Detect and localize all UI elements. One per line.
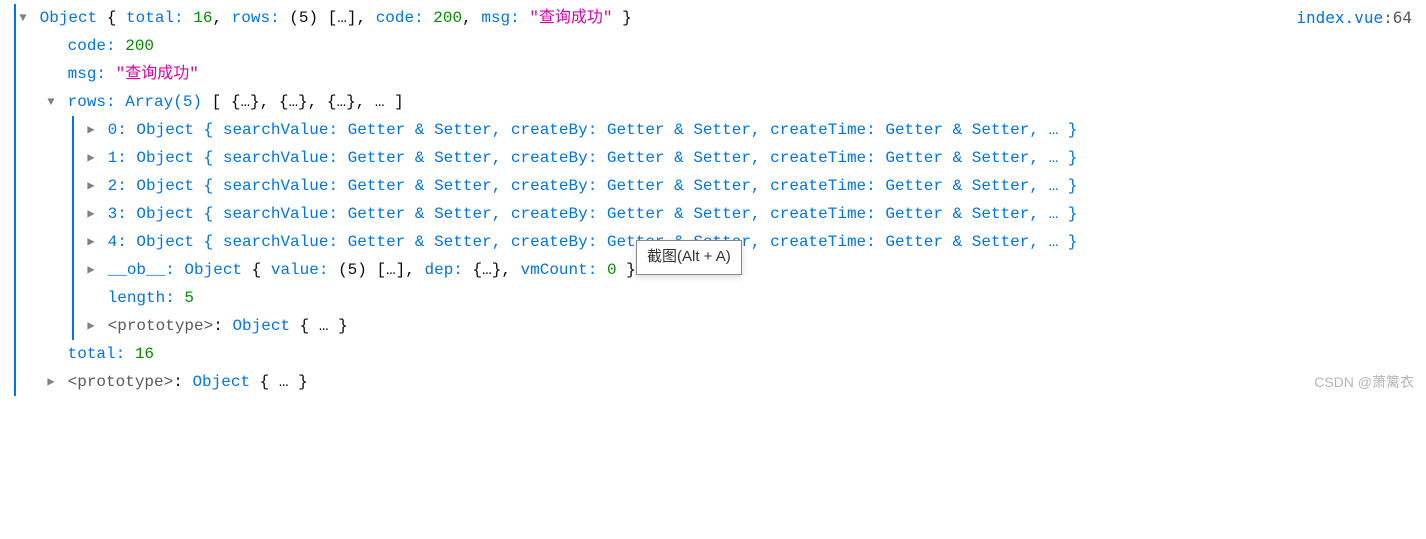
object-type: Object	[40, 9, 98, 27]
watermark: CSDN @萧篱衣	[1314, 370, 1414, 395]
source-line: 64	[1393, 8, 1412, 27]
chevron-right-icon[interactable]: ▶	[84, 260, 98, 281]
array-item-4[interactable]: ▶ 4: Object { searchValue: Getter & Sett…	[84, 228, 1144, 256]
prop-ob[interactable]: ▶ __ob__: Object { value: (5) […], dep: …	[84, 256, 1416, 284]
root-object-row[interactable]: ▼ Object { total: 16, rows: (5) […], cod…	[16, 4, 1416, 32]
prop-msg[interactable]: msg: "查询成功"	[44, 60, 1416, 88]
array-item-1[interactable]: ▶ 1: Object { searchValue: Getter & Sett…	[84, 144, 1144, 172]
chevron-right-icon[interactable]: ▶	[84, 176, 98, 197]
prop-code[interactable]: code: 200	[44, 32, 1416, 60]
chevron-down-icon[interactable]: ▼	[16, 8, 30, 29]
chevron-down-icon[interactable]: ▼	[44, 92, 58, 113]
chevron-right-icon[interactable]: ▶	[84, 120, 98, 141]
array-item-0[interactable]: ▶ 0: Object { searchValue: Getter & Sett…	[84, 116, 1144, 144]
source-file[interactable]: index.vue	[1296, 8, 1383, 27]
prop-root-prototype[interactable]: ▶ <prototype>: Object { … }	[44, 368, 1416, 396]
prop-rows[interactable]: ▼ rows: Array(5) [ {…}, {…}, {…}, … ]	[44, 88, 1416, 116]
source-link[interactable]: index.vue:64	[1296, 4, 1412, 32]
chevron-right-icon[interactable]: ▶	[44, 372, 58, 393]
console-object-tree: ▼ Object { total: 16, rows: (5) […], cod…	[14, 4, 1416, 396]
screenshot-tooltip: 截图(Alt + A)	[636, 240, 742, 275]
prop-length[interactable]: length: 5	[84, 284, 1416, 312]
chevron-right-icon[interactable]: ▶	[84, 232, 98, 253]
prop-rows-prototype[interactable]: ▶ <prototype>: Object { … }	[84, 312, 1416, 340]
array-item-3[interactable]: ▶ 3: Object { searchValue: Getter & Sett…	[84, 200, 1144, 228]
chevron-right-icon[interactable]: ▶	[84, 148, 98, 169]
chevron-right-icon[interactable]: ▶	[84, 316, 98, 337]
chevron-right-icon[interactable]: ▶	[84, 204, 98, 225]
prop-total[interactable]: total: 16	[44, 340, 1416, 368]
array-item-2[interactable]: ▶ 2: Object { searchValue: Getter & Sett…	[84, 172, 1144, 200]
